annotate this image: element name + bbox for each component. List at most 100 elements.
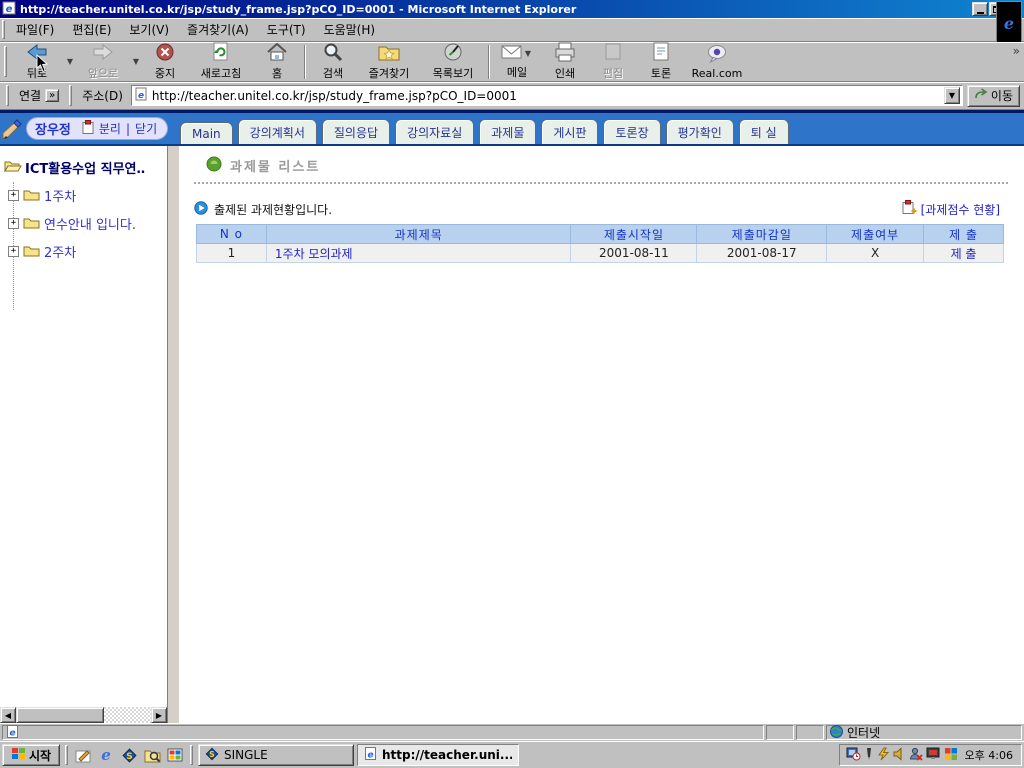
refresh-button[interactable]: 새로고침 (189, 43, 253, 80)
favorites-button[interactable]: 즐겨찾기 (357, 43, 421, 80)
tray-ime-pen-icon[interactable] (864, 747, 874, 764)
menu-file[interactable]: 파일(F) (7, 18, 63, 41)
folder-icon (23, 216, 40, 232)
menu-edit[interactable]: 편집(E) (63, 18, 120, 41)
links-drag-handle[interactable] (6, 85, 9, 107)
tray-scheduler-icon[interactable] (846, 747, 861, 764)
title-bar: e http://teacher.unitel.co.kr/jsp/study_… (0, 0, 1024, 18)
tab-assignments[interactable]: 과제물 (479, 119, 536, 144)
go-button[interactable]: 이동 (967, 85, 1020, 107)
close-frame-link[interactable]: 닫기 (135, 120, 157, 137)
home-button[interactable]: 홈 (253, 43, 301, 80)
sidebar-header: 장우정 분리 | 닫기 (0, 113, 180, 144)
tree-root-node[interactable]: ICT활용수업 직무연‥ (4, 158, 165, 177)
cell-start-date: 2001-08-11 (571, 244, 697, 263)
tree-item-week1[interactable]: + 1주차 (4, 186, 165, 205)
tab-main[interactable]: Main (180, 122, 233, 144)
svg-text:S: S (126, 752, 132, 762)
links-chevron[interactable]: » (45, 89, 59, 102)
url-text: http://teacher.unitel.co.kr/jsp/study_fr… (152, 89, 940, 103)
url-dropdown-button[interactable]: ▼ (944, 87, 960, 104)
tab-materials[interactable]: 강의자료실 (395, 119, 474, 144)
scrollbar-thumb[interactable] (16, 707, 104, 723)
quicklaunch-ie-icon[interactable]: e (96, 745, 116, 765)
toolbar-drag-handle[interactable] (4, 46, 7, 77)
cell-end-date: 2001-08-17 (697, 244, 827, 263)
tree-item-week2[interactable]: + 2주차 (4, 242, 165, 261)
realcom-button[interactable]: Real.com (685, 43, 749, 80)
tray-monitor-icon[interactable] (926, 747, 941, 764)
tray-power-icon[interactable] (877, 747, 890, 764)
url-input[interactable]: e http://teacher.unitel.co.kr/jsp/study_… (131, 85, 963, 106)
separate-link[interactable]: 분리 (99, 120, 121, 137)
page-title: 과제물 리스트 (230, 156, 320, 175)
single-app-icon: S (205, 747, 219, 764)
quicklaunch-display-icon[interactable] (165, 745, 185, 765)
tasks-drag-handle[interactable] (190, 745, 193, 766)
tab-exit[interactable]: 퇴 실 (739, 119, 789, 144)
start-button[interactable]: 시작 (2, 744, 60, 766)
edit-button[interactable]: 편집 (589, 43, 637, 80)
submit-link[interactable]: 제 출 (951, 247, 977, 261)
tray-display-colors-icon[interactable] (944, 747, 958, 764)
task-button-ie-active[interactable]: e http://teacher.uni... (357, 744, 519, 766)
col-end-date: 제출마감일 (697, 225, 827, 244)
quicklaunch-single-icon[interactable]: S (119, 745, 139, 765)
mail-dropdown[interactable]: ▼ (523, 49, 533, 58)
svg-text:e: e (138, 91, 144, 101)
ie-logo-icon: e (1004, 14, 1014, 33)
tab-discussion[interactable]: 토론장 (603, 119, 660, 144)
menu-favorites[interactable]: 즐겨찾기(A) (178, 18, 258, 41)
menu-help[interactable]: 도움말(H) (315, 18, 385, 41)
menu-tools[interactable]: 도구(T) (258, 18, 315, 41)
task-button-single[interactable]: S SINGLE (198, 744, 354, 766)
back-dropdown[interactable]: ▼ (65, 57, 75, 66)
address-drag-handle[interactable] (69, 85, 72, 107)
history-button[interactable]: 목록보기 (421, 43, 485, 80)
ime-pad-icon[interactable] (73, 745, 93, 765)
forward-button[interactable]: 앞으로 (75, 43, 131, 80)
expand-icon[interactable]: + (8, 218, 19, 229)
edit-icon (603, 42, 623, 65)
tray-volume-icon[interactable] (893, 747, 906, 764)
main-area: ICT활용수업 직무연‥ + 1주차 + 연수안내 입니다. + 2주차 (0, 146, 1024, 723)
expand-icon[interactable]: + (8, 190, 19, 201)
toolbar-overflow-chevron[interactable]: » (1013, 44, 1020, 58)
hand-pen-icon (2, 119, 28, 144)
col-submit: 제 출 (924, 225, 1004, 244)
scrollbar-track[interactable] (104, 707, 151, 723)
search-button[interactable]: 검색 (309, 43, 357, 80)
link-divider: | (126, 122, 130, 136)
print-icon (554, 42, 576, 65)
discuss-button[interactable]: 토론 (637, 43, 685, 80)
quicklaunch-drag-handle[interactable] (65, 745, 68, 766)
blue-play-icon (194, 201, 208, 218)
tree-item-guide[interactable]: + 연수안내 입니다. (4, 214, 165, 233)
tray-offline-user-icon[interactable] (909, 747, 923, 764)
expand-icon[interactable]: + (8, 246, 19, 257)
mail-button[interactable]: ▼ 메일 (493, 43, 541, 80)
assignment-title-link[interactable]: 1주차 모의과제 (275, 247, 353, 261)
tab-board[interactable]: 게시판 (541, 119, 598, 144)
quicklaunch-search-icon[interactable] (142, 745, 162, 765)
scroll-left-button[interactable]: ◀ (0, 707, 16, 723)
table-header-row: N o 과제제목 제출시작일 제출마감일 제출여부 제 출 (197, 225, 1004, 244)
print-button[interactable]: 인쇄 (541, 43, 589, 80)
tab-syllabus[interactable]: 강의계획서 (238, 119, 317, 144)
stop-button[interactable]: 중지 (141, 43, 189, 80)
menu-drag-handle[interactable] (2, 20, 5, 38)
menu-view[interactable]: 보기(V) (120, 18, 178, 41)
status-message-pane: e (2, 725, 764, 740)
tray-clock[interactable]: 오후 4:06 (965, 747, 1013, 763)
minimize-button[interactable] (972, 2, 988, 16)
toolbar-separator (304, 45, 306, 79)
tab-qna[interactable]: 질의응답 (322, 119, 390, 144)
user-name: 장우정 (35, 119, 71, 138)
assignment-score-link[interactable]: [과제점수 현황] (921, 201, 1000, 218)
scroll-right-button[interactable]: ▶ (151, 707, 167, 723)
search-icon (323, 42, 343, 65)
forward-dropdown[interactable]: ▼ (131, 57, 141, 66)
sidebar-horizontal-scrollbar[interactable]: ◀ ▶ (0, 707, 167, 723)
frame-splitter[interactable] (167, 146, 180, 723)
tab-evaluation[interactable]: 평가확인 (666, 119, 734, 144)
